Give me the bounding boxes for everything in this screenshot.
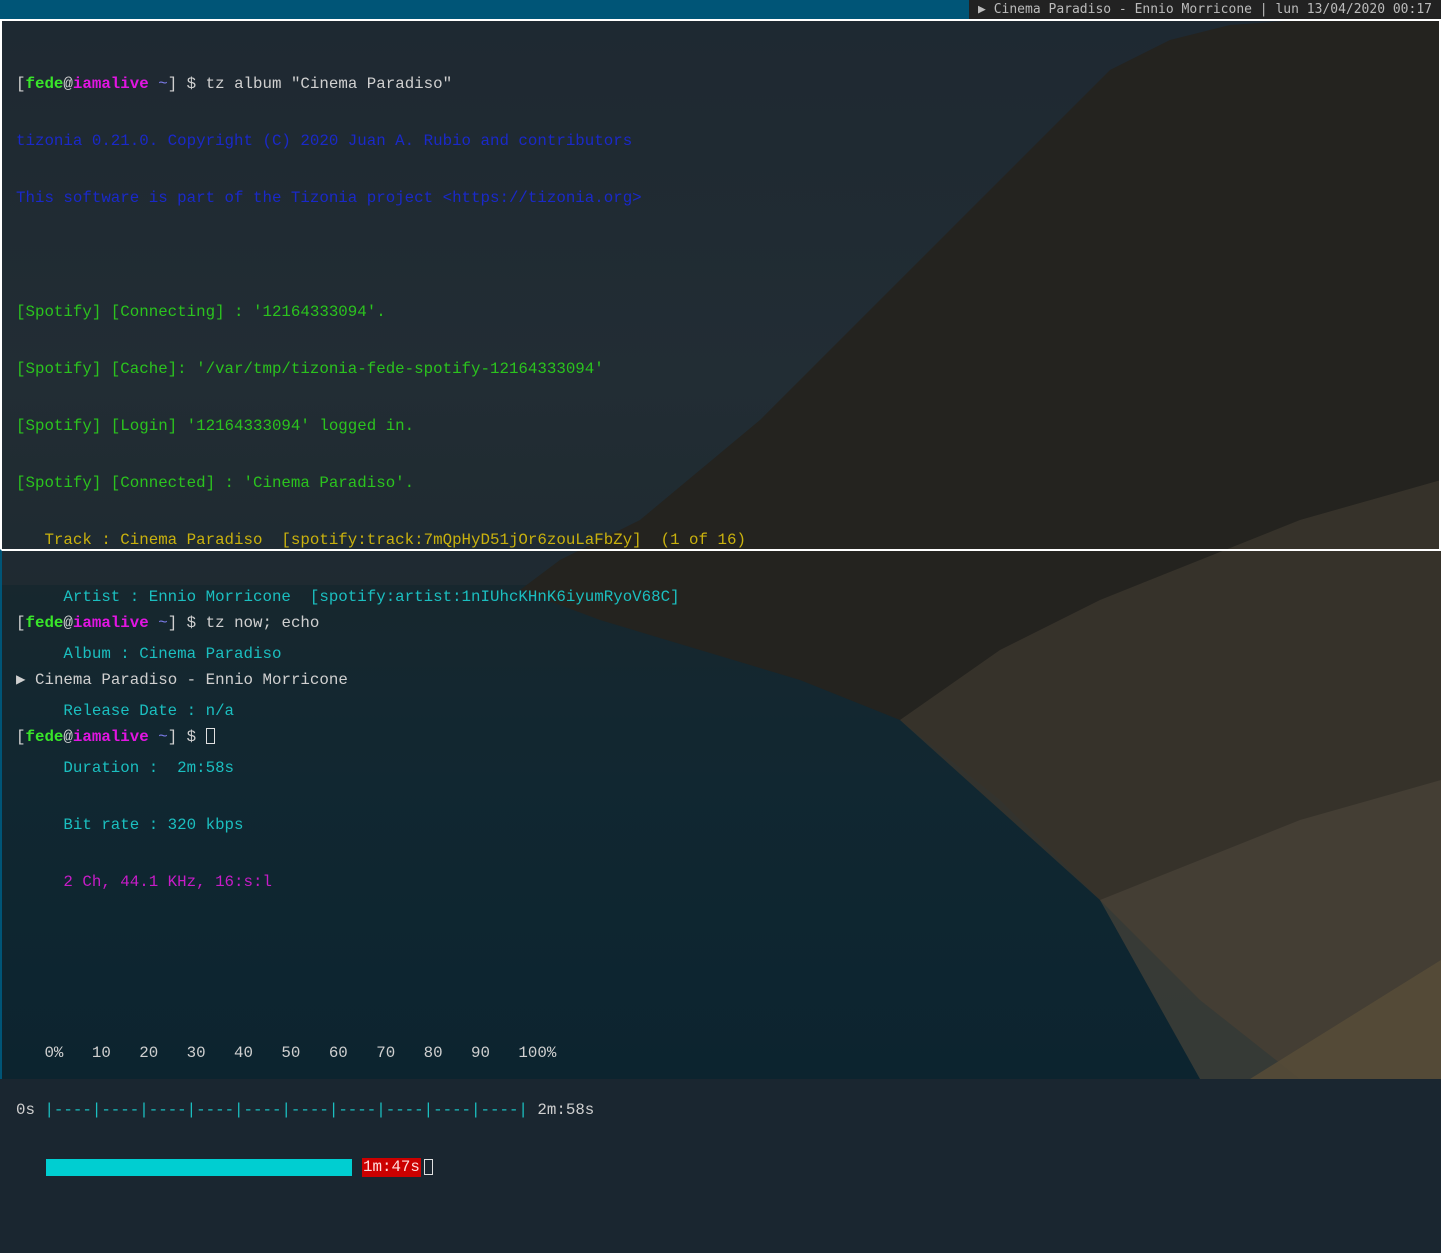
prompt-user: fede — [25, 614, 64, 632]
playback-progress: 1m:47s — [16, 1158, 746, 1177]
banner-line: tizonia 0.21.0. Copyright (C) 2020 Juan … — [16, 132, 633, 150]
prompt-line[interactable]: [fede@iamalive ~] $ — [16, 728, 348, 747]
progress-bar-fill — [46, 1159, 352, 1176]
elapsed-time: 1m:47s — [362, 1158, 421, 1177]
log-line: [Spotify] [Cache]: '/var/tmp/tizonia-fed… — [16, 360, 604, 378]
progress-scale: 0s |----|----|----|----|----|----|----|-… — [16, 1101, 595, 1119]
status-bar: ▶ Cinema Paradiso - Ennio Morricone | lu… — [0, 0, 1441, 19]
prompt-line: [fede@iamalive ~] $ tz now; echo — [16, 614, 320, 632]
banner-line: This software is part of the Tizonia pro… — [16, 189, 642, 207]
track-total-time: 2m:58s — [527, 1101, 595, 1119]
terminal-cursor[interactable] — [205, 728, 215, 744]
prompt-user: fede — [25, 728, 64, 746]
progress-scale-ticks: |----|----|----|----|----|----|----|----… — [44, 1101, 528, 1119]
terminal-output-bottom: [fede@iamalive ~] $ tz now; echo ▶ Cinem… — [16, 576, 348, 785]
log-line: [Spotify] [Connected] : 'Cinema Paradiso… — [16, 474, 415, 492]
terminal-cursor — [424, 1159, 433, 1175]
terminal-pane-top[interactable]: [fede@iamalive ~] $ tz album "Cinema Par… — [0, 19, 1441, 1177]
prompt-line: [fede@iamalive ~] $ tz album "Cinema Par… — [16, 75, 453, 93]
prompt-host: iamalive — [72, 728, 149, 746]
prompt-user: fede — [25, 75, 64, 93]
track-info: Track : Cinema Paradiso [spotify:track:7… — [16, 531, 746, 549]
now-playing-output: ▶ Cinema Paradiso - Ennio Morricone — [16, 671, 348, 689]
status-text: ▶ Cinema Paradiso - Ennio Morricone | lu… — [969, 0, 1441, 19]
command-text: tz now; echo — [205, 614, 320, 632]
prompt-host: iamalive — [72, 614, 149, 632]
command-text: tz album "Cinema Paradiso" — [205, 75, 453, 93]
terminal-pane-bottom[interactable]: [fede@iamalive ~] $ tz now; echo ▶ Cinem… — [0, 549, 1441, 1079]
prompt-host: iamalive — [72, 75, 149, 93]
log-line: [Spotify] [Connecting] : '12164333094'. — [16, 303, 386, 321]
log-line: [Spotify] [Login] '12164333094' logged i… — [16, 417, 415, 435]
